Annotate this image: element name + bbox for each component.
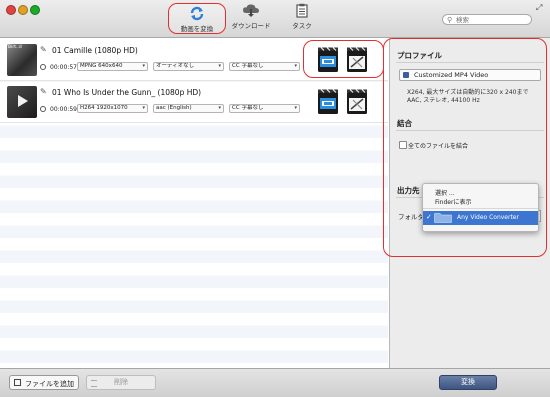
video-track-value: MPNG 640x640 (80, 63, 123, 69)
menu-separator (423, 208, 538, 209)
file-list: Birt..d ✎ 01 Camille (1080p HD) 00:00:57… (0, 38, 388, 368)
delete-label: 削除 (114, 378, 128, 386)
output-section-title: 出力先 (397, 186, 420, 195)
download-label: ダウンロード (231, 22, 271, 30)
zoom-window-button[interactable] (30, 5, 40, 15)
chevron-down-icon: ▾ (218, 63, 221, 69)
chevron-down-icon: ▾ (218, 105, 221, 111)
clock-icon (40, 64, 46, 70)
mp4-format-icon[interactable] (317, 47, 339, 73)
profile-section-title: プロファイル (397, 51, 442, 60)
file-duration: 00:00:59 (50, 106, 77, 113)
video-edit-icon[interactable] (346, 89, 368, 115)
pencil-icon[interactable]: ✎ (40, 45, 47, 54)
profile-button-label: Customized MP4 Video (414, 71, 489, 79)
subtitle-value: 字幕なし (241, 63, 264, 69)
folder-icon (434, 213, 452, 223)
file-name: 01 Who Is Under the Gunn_ (1080p HD) (52, 88, 202, 97)
video-thumbnail (7, 86, 37, 118)
video-track-select[interactable]: H264 1920x1070 ▾ (77, 104, 148, 113)
merge-checkbox-label: 全てのファイルを結合 (408, 143, 469, 150)
add-file-label: ファイルを追加 (25, 380, 74, 388)
file-duration: 00:00:57 (50, 64, 77, 71)
close-window-button[interactable] (6, 5, 16, 15)
video-track-value: H264 1920x1070 (80, 105, 128, 111)
pencil-icon[interactable]: ✎ (40, 87, 47, 96)
add-file-button[interactable]: ファイルを追加 (9, 375, 79, 390)
task-tool[interactable]: タスク (287, 3, 317, 30)
convert-video-tool[interactable]: 動画を変換 (168, 3, 226, 34)
subtitle-select[interactable]: CC 字幕なし ▾ (229, 62, 300, 71)
audio-track-value: オーディオなし (156, 63, 195, 69)
file-row[interactable]: Birt..d ✎ 01 Camille (1080p HD) 00:00:57… (0, 40, 388, 81)
thumbnail-caption: Birt..d (8, 45, 22, 50)
file-row[interactable]: ✎ 01 Who Is Under the Gunn_ (1080p HD) 0… (0, 82, 388, 123)
minimize-window-button[interactable] (18, 5, 28, 15)
chevron-down-icon: ▾ (294, 105, 297, 111)
menu-item-show-in-finder[interactable]: Finderに表示 (435, 197, 471, 206)
task-label: タスク (292, 22, 312, 30)
audio-track-value: aac (English) (156, 105, 192, 111)
mp4-format-icon[interactable] (317, 89, 339, 115)
chevron-down-icon: ▾ (142, 63, 145, 69)
divider (396, 130, 544, 131)
play-icon (18, 95, 28, 107)
clock-icon (40, 106, 46, 112)
chevron-down-icon: ▾ (142, 105, 145, 111)
search-icon: ⚲ (447, 16, 453, 24)
audio-track-select[interactable]: オーディオなし ▾ (153, 62, 224, 71)
convert-label: 変換 (461, 378, 475, 386)
delete-icon (91, 380, 97, 387)
download-tool[interactable]: ダウンロード (231, 3, 271, 30)
profile-icon (403, 72, 409, 78)
menu-item-any-video-converter[interactable]: ✓ Any Video Converter (423, 211, 538, 225)
file-name: 01 Camille (1080p HD) (52, 46, 138, 55)
merge-section-title: 結合 (397, 119, 412, 128)
subtitle-select[interactable]: CC 字幕なし ▾ (229, 104, 300, 113)
chevron-down-icon: ▾ (294, 63, 297, 69)
menu-item-label: Any Video Converter (457, 214, 519, 221)
video-thumbnail: Birt..d (7, 44, 37, 76)
add-file-icon (14, 379, 21, 386)
video-track-select[interactable]: MPNG 640x640 ▾ (77, 62, 148, 71)
output-folder-menu: 選択 ... Finderに表示 ✓ Any Video Converter (422, 183, 539, 232)
folder-label: フォルダ (398, 213, 424, 221)
profile-select-button[interactable]: Customized MP4 Video (399, 69, 541, 81)
merge-checkbox[interactable] (399, 141, 407, 149)
bottom-bar: ファイルを追加 削除 変換 (0, 368, 550, 397)
profile-desc-line-1: X264, 最大サイズは自動的に320 x 240まで (407, 89, 529, 96)
convert-button[interactable]: 変換 (439, 375, 497, 390)
clipboard-icon (296, 3, 308, 18)
search-box[interactable]: ⚲ (442, 14, 532, 25)
refresh-icon (190, 6, 204, 21)
menu-item-select[interactable]: 選択 ... (435, 188, 455, 197)
convert-video-label: 動画を変換 (180, 25, 214, 33)
delete-button[interactable]: 削除 (86, 375, 156, 390)
audio-track-select[interactable]: aac (English) ▾ (153, 104, 224, 113)
divider (396, 62, 544, 63)
subtitle-value: 字幕なし (241, 105, 264, 111)
checkmark-icon: ✓ (426, 213, 432, 221)
cloud-download-icon (243, 4, 259, 17)
toolbar: 動画を変換 ダウンロード タスク ⤢ ⚲ (0, 0, 550, 38)
fullscreen-icon[interactable]: ⤢ (536, 3, 542, 13)
video-edit-icon[interactable] (346, 47, 368, 73)
search-input[interactable] (456, 15, 526, 24)
profile-description: X264, 最大サイズは自動的に320 x 240まで AAC, ステレオ, 4… (407, 89, 543, 105)
profile-desc-line-2: AAC, ステレオ, 44100 Hz (407, 97, 480, 104)
